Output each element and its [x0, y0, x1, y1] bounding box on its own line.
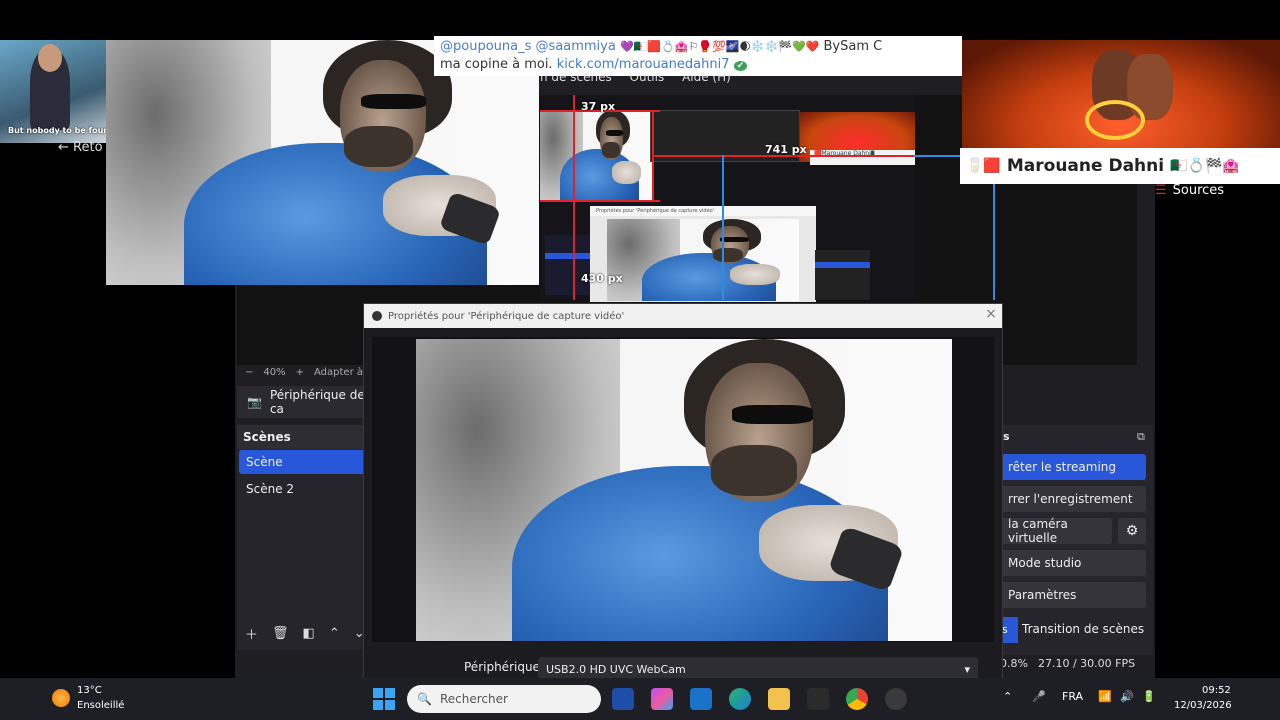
sources-label: Sources — [1172, 183, 1225, 198]
clock-date[interactable]: 12/03/2026 — [1174, 700, 1232, 711]
undock-icon[interactable]: ⧉ — [1137, 430, 1145, 444]
studio-mode-button[interactable]: Mode studio — [1000, 550, 1146, 576]
camera-icon: 📷 — [247, 395, 262, 409]
back-link[interactable]: ← Reto — [58, 140, 103, 155]
virtual-camera-settings-icon[interactable]: ⚙ — [1118, 518, 1146, 544]
nested-name-bar: 🟥Marouane Dahni🇩🇿 — [810, 150, 915, 165]
selected-source-bar[interactable]: 📷 Périphérique de ca — [237, 386, 367, 418]
wifi-icon[interactable]: 📶 — [1098, 690, 1112, 703]
scene-item-1[interactable]: Scène — [239, 450, 365, 474]
device-value: USB2.0 HD UVC WebCam — [546, 662, 686, 676]
neon-heart-icon — [1085, 100, 1145, 140]
status-bar: 0.8% 27.10 / 30.00 FPS — [1000, 652, 1155, 674]
name-emoji-left: 🥛🟥 — [966, 158, 1001, 174]
nested-scenes-panel — [545, 235, 590, 295]
chat-overlay: @poupouna_s @saammiya 💜🇩🇿🟥💍🏩⚐🥊💯🌌🌒❄️❄️🏁💚❤… — [434, 36, 962, 76]
chat-signature: BySam C — [823, 39, 883, 54]
move-up-icon[interactable]: ⌃ — [329, 626, 340, 641]
source-name: Périphérique de ca — [269, 388, 365, 416]
zoom-fit-button[interactable]: Adapter à — [314, 367, 363, 378]
virtual-camera-button[interactable]: la caméra virtuelle — [1000, 517, 1112, 545]
file-explorer-icon[interactable] — [768, 688, 790, 710]
webcam-overlay-large — [106, 40, 539, 285]
streamer-name-bar: 🥛🟥 Marouane Dahni 🇩🇿💍🏁🏩 — [960, 148, 1280, 184]
dialog-webcam-preview — [416, 339, 952, 641]
chat-link: kick.com/marouanedahni7 — [556, 57, 730, 72]
dialog-close-button[interactable]: × — [982, 306, 1000, 324]
add-scene-icon[interactable]: ＋ — [245, 624, 258, 643]
chat-username-1: @poupouna_s — [440, 39, 532, 54]
taskbar — [0, 678, 1280, 720]
chat-message: ma copine à moi. — [440, 57, 553, 72]
scene-toolbar: ＋ 🗑 ◧ ⌃ ⌄ — [237, 620, 367, 646]
zoom-level: 40% — [263, 366, 286, 378]
scene-item-2[interactable]: Scène 2 — [239, 477, 365, 501]
nested-webcam-2 — [607, 219, 799, 301]
search-placeholder: Rechercher — [439, 692, 508, 706]
name-emoji-right: 🇩🇿💍🏁🏩 — [1170, 158, 1240, 174]
device-label: Périphérique — [464, 660, 540, 674]
search-icon: 🔍 — [417, 692, 432, 706]
microphone-icon[interactable]: 🎤 — [1032, 690, 1046, 703]
zoom-bar: − 40% + Adapter à — [237, 362, 367, 382]
copilot-icon[interactable] — [651, 688, 673, 710]
streamer-name: Marouane Dahni — [1006, 156, 1165, 176]
guide-line-vertical-red — [573, 95, 575, 300]
dock-tab-transitions[interactable]: Transition de scènes — [1022, 622, 1144, 636]
chrome-icon[interactable] — [846, 688, 868, 710]
weather-description[interactable]: Ensoleillé — [77, 700, 124, 711]
outlook-icon[interactable] — [690, 688, 712, 710]
start-recording-button[interactable]: rrer l'enregistrement — [1000, 486, 1146, 512]
sources-dock: ☰ Sources — [1155, 183, 1224, 198]
distance-label-right: 741 px — [765, 143, 807, 156]
chevron-up-icon[interactable]: ⌃ — [1003, 690, 1012, 703]
dialog-title: Propriétés pour 'Périphérique de capture… — [388, 310, 625, 322]
chevron-down-icon: ▾ — [964, 662, 970, 676]
thumbnail-caption: But nobody to be found — [8, 126, 115, 135]
dialog-title-bar: Propriétés pour 'Périphérique de capture… — [364, 304, 1002, 328]
zoom-in-button[interactable]: + — [296, 367, 304, 378]
windows-start-icon[interactable] — [373, 688, 395, 710]
settings-button[interactable]: Paramètres — [1000, 582, 1146, 608]
guide-line-bottom-red — [540, 200, 660, 202]
filter-icon[interactable]: ◧ — [303, 626, 315, 641]
weather-temperature[interactable]: 13°C — [77, 685, 102, 696]
app-icon-1[interactable] — [612, 688, 634, 710]
obs-logo-icon — [372, 311, 382, 321]
volume-icon[interactable]: 🔊 — [1120, 690, 1134, 703]
chat-emoji: 💜🇩🇿🟥💍🏩⚐🥊💯🌌🌒❄️❄️🏁💚❤️ — [619, 40, 820, 53]
zoom-out-button[interactable]: − — [245, 367, 253, 378]
guide-line-vertical-blue — [722, 155, 724, 300]
edge-icon[interactable] — [729, 688, 751, 710]
language-indicator[interactable]: FRA — [1062, 690, 1083, 703]
obs-taskbar-icon[interactable] — [885, 688, 907, 710]
audio-app-icon[interactable] — [807, 688, 829, 710]
back-link-text: Reto — [73, 140, 103, 155]
sources-icon: ☰ — [1155, 183, 1167, 198]
nested-controls — [815, 250, 870, 300]
sun-icon[interactable] — [52, 689, 70, 707]
scenes-title: Scènes — [237, 425, 367, 449]
nested-dialog-title: Propriétés pour 'Périphérique de capture… — [590, 206, 816, 216]
delete-scene-icon[interactable]: 🗑 — [272, 626, 289, 641]
distance-label-left: 430 px — [581, 272, 623, 285]
verified-icon: ✔ — [733, 61, 748, 71]
stop-streaming-button[interactable]: rêter le streaming — [1000, 454, 1146, 480]
battery-icon[interactable]: 🔋 — [1142, 690, 1156, 703]
taskbar-search[interactable]: 🔍 Rechercher — [407, 685, 601, 713]
fps-readout: 27.10 / 30.00 FPS — [1037, 656, 1136, 670]
nested-webcam-1 — [540, 110, 652, 202]
clock-time[interactable]: 09:52 — [1202, 685, 1231, 696]
cpu-usage: 0.8% — [1000, 656, 1028, 670]
controls-title: s — [1003, 430, 1010, 443]
distance-label-top: 37 px — [581, 100, 616, 113]
chat-username-2: @saammiya — [535, 39, 616, 54]
